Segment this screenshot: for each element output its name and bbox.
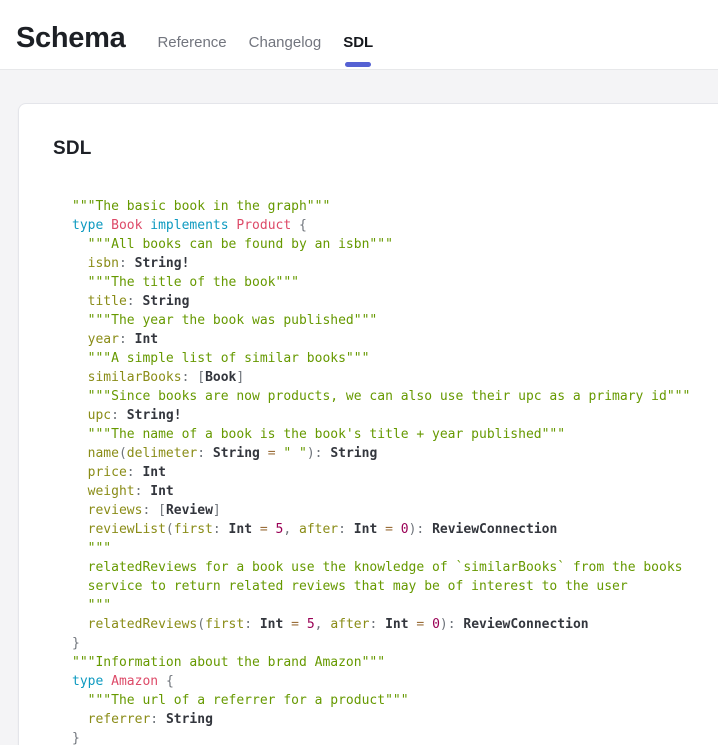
page-title: Schema — [16, 14, 125, 55]
sdl-code-block: """The basic book in the graph"""type Bo… — [72, 197, 718, 745]
schema-page: Schema Reference Changelog SDL SDL """Th… — [0, 0, 718, 745]
schema-tabs: Reference Changelog SDL — [157, 0, 373, 69]
code-line: } — [72, 729, 718, 745]
sdl-card: SDL """The basic book in the graph"""typ… — [18, 103, 718, 745]
tab-sdl-label: SDL — [343, 34, 373, 51]
code-line: """The name of a book is the book's titl… — [72, 425, 718, 444]
code-line: """ — [72, 539, 718, 558]
code-line: relatedReviews for a book use the knowle… — [72, 558, 718, 577]
code-line: weight: Int — [72, 482, 718, 501]
code-line: """Information about the brand Amazon""" — [72, 653, 718, 672]
code-line: service to return related reviews that m… — [72, 577, 718, 596]
code-line: """Since books are now products, we can … — [72, 387, 718, 406]
tab-sdl[interactable]: SDL — [343, 0, 373, 69]
tab-reference[interactable]: Reference — [157, 0, 226, 69]
code-line: """The url of a referrer for a product""… — [72, 691, 718, 710]
code-line: year: Int — [72, 330, 718, 349]
active-tab-underline — [345, 62, 371, 67]
code-line: """All books can be found by an isbn""" — [72, 235, 718, 254]
code-line: """The year the book was published""" — [72, 311, 718, 330]
code-line: price: Int — [72, 463, 718, 482]
code-line: """A simple list of similar books""" — [72, 349, 718, 368]
tab-changelog-label: Changelog — [249, 34, 322, 51]
tab-reference-label: Reference — [157, 34, 226, 51]
code-line: reviewList(first: Int = 5, after: Int = … — [72, 520, 718, 539]
code-line: type Book implements Product { — [72, 216, 718, 235]
code-line: } — [72, 634, 718, 653]
code-line: referrer: String — [72, 710, 718, 729]
code-line: """ — [72, 596, 718, 615]
code-line: """The basic book in the graph""" — [72, 197, 718, 216]
code-line: type Amazon { — [72, 672, 718, 691]
schema-header: Schema Reference Changelog SDL — [0, 0, 718, 70]
code-line: """The title of the book""" — [72, 273, 718, 292]
code-line: reviews: [Review] — [72, 501, 718, 520]
code-line: upc: String! — [72, 406, 718, 425]
page-body: SDL """The basic book in the graph"""typ… — [0, 70, 718, 745]
tab-changelog[interactable]: Changelog — [249, 0, 322, 69]
code-line: similarBooks: [Book] — [72, 368, 718, 387]
code-line: name(delimeter: String = " "): String — [72, 444, 718, 463]
code-line: title: String — [72, 292, 718, 311]
code-line: relatedReviews(first: Int = 5, after: In… — [72, 615, 718, 634]
sdl-heading: SDL — [53, 138, 718, 160]
code-line: isbn: String! — [72, 254, 718, 273]
